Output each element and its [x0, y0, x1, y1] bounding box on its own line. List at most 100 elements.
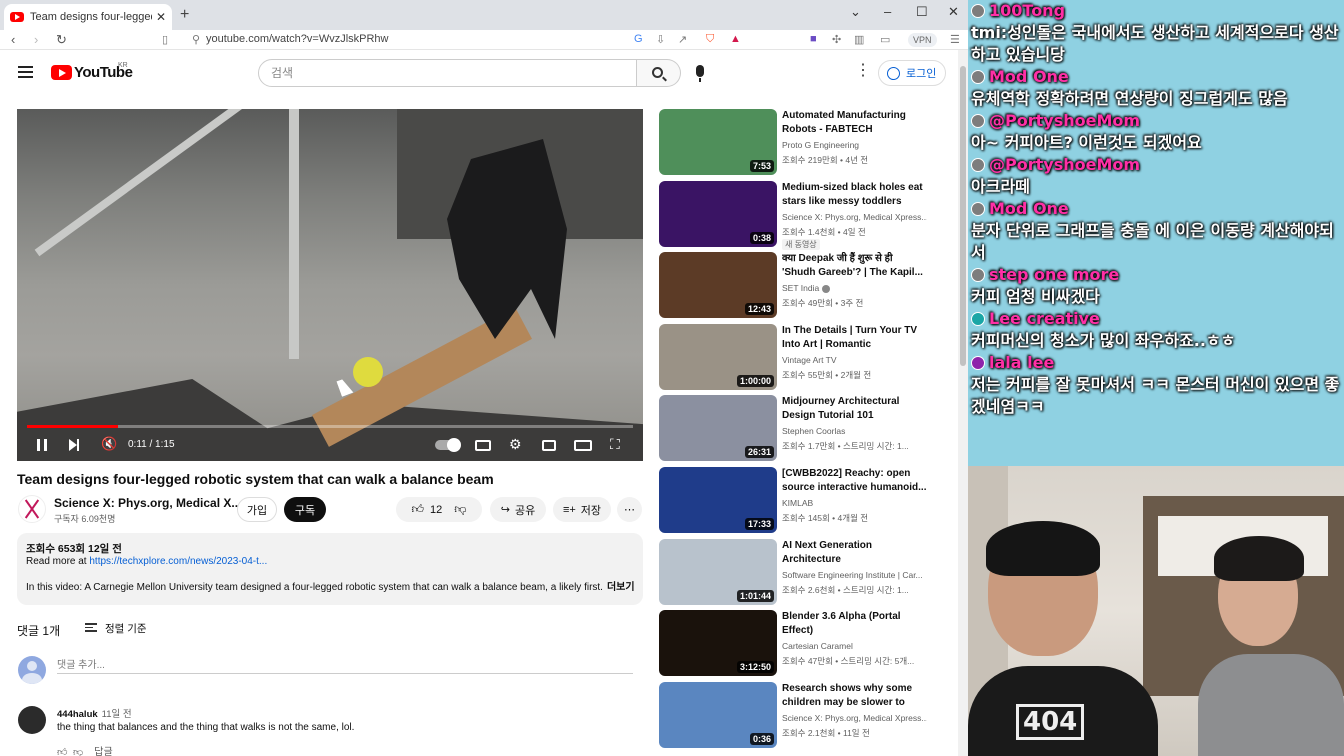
captions-icon[interactable] — [475, 440, 491, 451]
recommended-channel[interactable]: KIMLAB — [782, 498, 927, 508]
recommended-title[interactable]: [CWBB2022] Reachy: open source interacti… — [782, 467, 927, 495]
wallet-icon[interactable]: ▭ — [880, 33, 890, 46]
tab-youtube[interactable]: Team designs four-legged robotic ✕ — [4, 4, 172, 30]
fullscreen-icon[interactable]: ⛶ — [610, 436, 620, 453]
save-button[interactable]: ≡+ 저장 — [553, 497, 611, 522]
commenter-avatar[interactable] — [18, 706, 46, 734]
puzzle-icon[interactable]: ✣ — [832, 33, 841, 46]
recommended-video[interactable]: 7:53 Automated Manufacturing Robots - FAB… — [659, 109, 929, 177]
menu-icon[interactable] — [18, 66, 33, 78]
share-url-icon[interactable]: ↗ — [678, 33, 687, 46]
tab-search-icon[interactable]: ⌄ — [850, 4, 861, 20]
recommended-channel[interactable]: Cartesian Caramel — [782, 641, 927, 651]
page-scrollbar[interactable] — [958, 50, 968, 756]
recommended-video[interactable]: 0:38 Medium-sized black holes eat stars l… — [659, 181, 929, 250]
reply-button[interactable]: 답글 — [94, 747, 112, 756]
settings-more-icon[interactable]: ⋮ — [855, 63, 871, 79]
recommended-channel[interactable]: SET India — [782, 283, 927, 293]
recommended-title[interactable]: In The Details | Turn Your TV Into Art |… — [782, 324, 927, 352]
extension-icon[interactable]: ■ — [810, 33, 817, 45]
read-more-link[interactable]: https://techxplore.com/news/2023-04-t... — [89, 556, 267, 567]
recommended-title[interactable]: Blender 3.6 Alpha (Portal Effect) — [782, 610, 927, 638]
bookmark-icon[interactable]: ▯ — [162, 33, 168, 46]
brave-rewards-icon[interactable]: ▲ — [730, 33, 741, 45]
recommended-channel[interactable]: Proto G Engineering — [782, 140, 927, 150]
recommended-video[interactable]: 1:00:00 In The Details | Turn Your TV Int… — [659, 324, 929, 392]
like-count[interactable]: 12 — [430, 504, 442, 516]
channel-name[interactable]: Science X: Phys.org, Medical X... — [54, 496, 241, 510]
brave-shield-icon[interactable]: ⛉ — [706, 33, 714, 46]
browser-menu-icon[interactable]: ☰ — [950, 33, 960, 46]
back-icon[interactable]: ‹ — [11, 32, 15, 47]
description-box[interactable]: 조회수 653회 12일 전 Read more at https://tech… — [17, 533, 643, 605]
url-field[interactable]: youtube.com/watch?v=WvzJlskPRhw — [206, 33, 388, 45]
recommended-title[interactable]: Midjourney Architectural Design Tutorial… — [782, 395, 927, 423]
comment-author[interactable]: 444haluk — [57, 709, 98, 720]
progress-bar[interactable] — [27, 425, 633, 428]
video-thumbnail[interactable]: 0:36 — [659, 682, 777, 748]
recommended-title[interactable]: Medium-sized black holes eat stars like … — [782, 181, 927, 209]
video-thumbnail[interactable]: 3:12:50 — [659, 610, 777, 676]
recommended-title[interactable]: क्या Deepak जी हैं शुरू से ही 'Shudh Gar… — [782, 252, 927, 280]
video-thumbnail[interactable]: 26:31 — [659, 395, 777, 461]
miniplayer-icon[interactable] — [542, 440, 556, 451]
recommended-channel[interactable]: Stephen Coorlas — [782, 426, 927, 436]
sort-icon[interactable] — [85, 623, 97, 632]
google-icon[interactable]: G — [634, 33, 643, 45]
login-button[interactable]: 로그인 — [878, 60, 946, 86]
sort-button[interactable]: 정렬 기준 — [105, 621, 147, 636]
join-button[interactable]: 가입 — [237, 497, 277, 522]
close-window-icon[interactable]: ✕ — [948, 4, 959, 20]
recommended-title[interactable]: Research shows why some children may be … — [782, 682, 927, 710]
video-thumbnail[interactable]: 12:43 — [659, 252, 777, 318]
reload-icon[interactable]: ↻ — [56, 32, 67, 48]
recommended-video[interactable]: 26:31 Midjourney Architectural Design Tut… — [659, 395, 929, 463]
add-comment-input[interactable]: 댓글 추가... — [57, 656, 633, 674]
show-more-button[interactable]: 더보기 — [607, 582, 635, 593]
theater-mode-icon[interactable] — [574, 440, 592, 451]
minimize-icon[interactable]: – — [884, 4, 891, 19]
video-player[interactable]: 🔇 0:11 / 1:15 ⚙ ⛶ — [17, 109, 643, 461]
mute-icon[interactable]: 🔇 — [101, 436, 117, 452]
vpn-button[interactable]: VPN — [908, 33, 937, 47]
video-thumbnail[interactable]: 0:38 — [659, 181, 777, 247]
recommended-channel[interactable]: Science X: Phys.org, Medical Xpress... — [782, 713, 927, 723]
recommended-video[interactable]: 17:33 [CWBB2022] Reachy: open source inte… — [659, 467, 929, 535]
mic-icon[interactable] — [696, 65, 704, 82]
share-button[interactable]: ↪ 공유 — [490, 497, 546, 522]
recommended-title[interactable]: Automated Manufacturing Robots - FABTECH — [782, 109, 927, 137]
pause-icon[interactable] — [37, 439, 47, 451]
maximize-icon[interactable]: ☐ — [916, 4, 928, 20]
recommended-video[interactable]: 1:01:44 AI Next Generation Architecture So… — [659, 539, 929, 607]
autoplay-toggle[interactable] — [435, 438, 461, 452]
comment-like-icon[interactable]: 👍︎ — [57, 747, 67, 756]
settings-gear-icon[interactable]: ⚙ — [509, 436, 522, 453]
next-icon[interactable] — [69, 439, 79, 451]
video-thumbnail[interactable]: 7:53 — [659, 109, 777, 175]
search-button[interactable] — [637, 59, 681, 87]
recommended-title[interactable]: AI Next Generation Architecture — [782, 539, 927, 567]
recommended-channel[interactable]: Software Engineering Institute | Car... — [782, 570, 927, 580]
dislike-icon[interactable]: 👎︎ — [454, 502, 466, 517]
video-thumbnail[interactable]: 1:01:44 — [659, 539, 777, 605]
search-input[interactable]: 검색 — [258, 59, 637, 87]
comment-time[interactable]: 11일 전 — [102, 709, 132, 720]
sidebar-icon[interactable]: ▥ — [854, 33, 864, 46]
channel-avatar[interactable] — [18, 495, 46, 523]
recommended-video[interactable]: 12:43 क्या Deepak जी हैं शुरू से ही 'Shud… — [659, 252, 929, 320]
forward-icon[interactable]: › — [34, 32, 38, 47]
video-thumbnail[interactable]: 17:33 — [659, 467, 777, 533]
recommended-channel[interactable]: Vintage Art TV — [782, 355, 927, 365]
more-actions-icon[interactable]: ⋯ — [617, 497, 642, 522]
recommended-video[interactable]: 0:36 Research shows why some children may… — [659, 682, 929, 750]
new-tab-icon[interactable]: + — [180, 6, 189, 24]
subscribe-button[interactable]: 구독 — [284, 497, 326, 522]
close-tab-icon[interactable]: ✕ — [156, 10, 166, 24]
like-icon[interactable]: 👍︎ — [412, 502, 425, 517]
recommended-channel[interactable]: Science X: Phys.org, Medical Xpress... — [782, 212, 927, 222]
install-icon[interactable]: ⇩ — [656, 33, 665, 46]
scrollbar-thumb[interactable] — [960, 66, 966, 366]
site-info-icon[interactable]: ⚲ — [192, 33, 200, 46]
video-thumbnail[interactable]: 1:00:00 — [659, 324, 777, 390]
recommended-video[interactable]: 3:12:50 Blender 3.6 Alpha (Portal Effect)… — [659, 610, 929, 678]
